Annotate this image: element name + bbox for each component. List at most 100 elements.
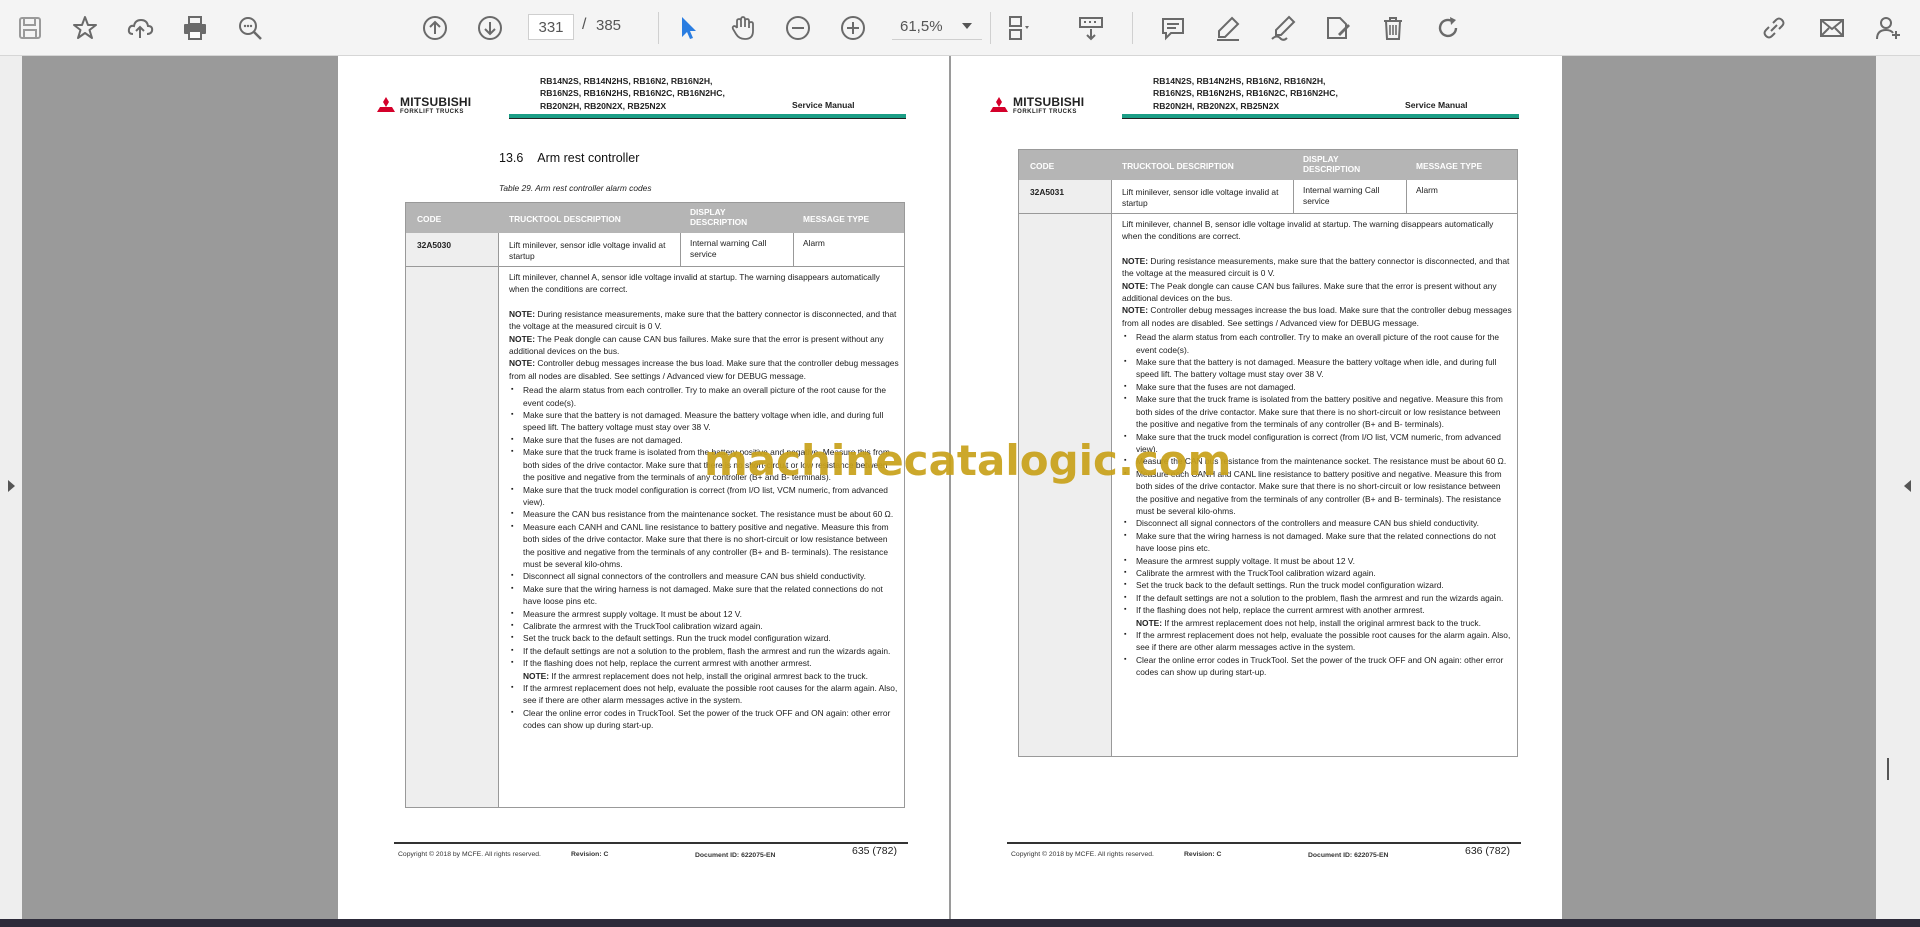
list-item: If the default settings are not a soluti… [511,645,899,658]
delete-trash-icon[interactable] [1377,12,1409,44]
scrollbar-thumb[interactable] [1887,758,1889,780]
model-list: RB14N2S, RB14N2HS, RB16N2, RB16N2H, RB16… [1153,75,1338,112]
column-header-code: CODE [417,214,442,224]
note-text: Controller debug messages increase the b… [1122,305,1512,328]
toolbar-divider [1132,12,1133,44]
right-panel-toggle[interactable] [1876,56,1920,919]
list-item: Clear the online error codes in TruckToo… [1124,654,1512,679]
list-item: If the flashing does not help, replace t… [511,657,899,682]
mitsubishi-logo: MITSUBISHI FORKLIFT TRUCKS [375,95,503,120]
display-description: Internal warning Call service [690,238,767,259]
note-text: The Peak dongle can cause CAN bus failur… [1122,280,1497,304]
keyboard-download-icon[interactable] [1075,12,1107,44]
model-line: RB20N2H, RB20N2X, RB25N2X [1153,100,1280,111]
add-user-icon[interactable] [1872,12,1904,44]
list-item: Make sure that the truck frame is isolat… [1124,393,1512,430]
brand-name: MITSUBISHI [400,95,472,109]
cell-divider [793,233,794,266]
list-item: If the default settings are not a soluti… [1124,592,1512,605]
revision-text: Revision: C [1184,851,1222,858]
stamp-icon[interactable] [1322,12,1354,44]
share-link-icon[interactable] [1758,12,1790,44]
zoom-in-icon[interactable] [837,12,869,44]
chevron-down-icon[interactable] [962,23,972,29]
email-icon[interactable] [1816,12,1848,44]
section-title: Arm rest controller [537,151,640,165]
zoom-search-icon[interactable] [234,12,266,44]
table-header: CODE TRUCKTOOL DESCRIPTION DISPLAY DESCR… [406,203,904,233]
document-id: Document ID: 622075-EN [1308,852,1389,859]
note-label: NOTE: [1122,255,1149,266]
list-item: Make sure that the fuses are not damaged… [1124,381,1512,394]
section-number: 13.6 [499,151,524,165]
table-header: CODE TRUCKTOOL DESCRIPTION DISPLAY DESCR… [1019,150,1517,180]
note-paragraph: NOTE: During resistance measurements, ma… [1122,255,1512,280]
comment-icon[interactable] [1157,12,1189,44]
print-icon[interactable] [179,12,211,44]
sign-pen-icon[interactable] [1267,12,1299,44]
list-item: Calibrate the armrest with the TruckTool… [511,620,899,633]
service-manual-label: Service Manual [1405,100,1468,110]
next-page-icon[interactable] [474,12,506,44]
message-type: Alarm [803,238,825,248]
alarm-table: CODE TRUCKTOOL DESCRIPTION DISPLAY DESCR… [405,202,905,808]
copyright-text: Copyright © 2018 by MCFE. All rights res… [398,851,541,858]
page-separator: / [582,16,587,33]
list-item: Disconnect all signal connectors of the … [511,570,899,583]
section-heading: 13.6 Arm rest controller [499,151,639,165]
list-item: Clear the online error codes in TruckToo… [511,707,899,732]
hand-tool-icon[interactable] [727,12,759,44]
note-paragraph: NOTE: The Peak dongle can cause CAN bus … [1122,280,1512,305]
page-layout-icon[interactable] [1004,12,1036,44]
zoom-out-icon[interactable] [782,12,814,44]
toolbar: 331 / 385 61,5% [0,0,1920,56]
note-text: Controller debug messages increase the b… [509,358,899,381]
pdf-page-left: MITSUBISHI FORKLIFT TRUCKS RB14N2S, RB14… [338,56,949,919]
left-panel-toggle[interactable] [0,56,22,919]
note-label: NOTE: [1122,280,1149,291]
bookmark-star-icon[interactable] [69,12,101,44]
header-rule [1122,114,1519,119]
taskbar-edge [0,919,1920,927]
alarm-code: 32A5031 [1030,187,1064,197]
list-item: Measure each CANH and CANL line resistan… [511,521,899,571]
intro-text: Lift minilever, channel B, sensor idle v… [1122,219,1494,242]
note-label: NOTE: [509,308,536,319]
cell-divider [1406,180,1407,213]
trucktool-description: Lift minilever, sensor idle voltage inva… [509,240,666,261]
intro-text: Lift minilever, channel A, sensor idle v… [509,272,880,295]
cloud-upload-icon[interactable] [124,12,156,44]
list-item: Set the truck back to the default settin… [511,632,899,645]
page-number: 636 (782) [1465,845,1510,857]
page-total: 385 [596,17,622,34]
column-header-message-type: MESSAGE TYPE [1416,161,1483,171]
column-header-trucktool: TRUCKTOOL DESCRIPTION [509,214,621,224]
save-icon[interactable] [14,12,46,44]
cell-divider [680,233,681,266]
list-item: Read the alarm status from each controll… [1124,331,1512,356]
alarm-details: Lift minilever, channel A, sensor idle v… [509,271,899,732]
previous-page-icon[interactable] [419,12,451,44]
copyright-text: Copyright © 2018 by MCFE. All rights res… [1011,851,1154,858]
list-item: Calibrate the armrest with the TruckTool… [1124,567,1512,580]
rotate-icon[interactable] [1432,12,1464,44]
list-item: Measure the armrest supply voltage. It m… [511,608,899,621]
model-line: RB14N2S, RB14N2HS, RB16N2, RB16N2H, [1153,76,1326,86]
page-number-input[interactable]: 331 [528,14,574,40]
highlight-pen-icon[interactable] [1212,12,1244,44]
page-number: 635 (782) [852,845,897,857]
table-caption: Table 29. Arm rest controller alarm code… [499,183,652,193]
column-header-code: CODE [1030,161,1055,171]
chevron-right-icon[interactable] [8,480,15,492]
chevron-left-icon[interactable] [1904,480,1911,492]
note-paragraph: NOTE: Controller debug messages increase… [1122,304,1512,329]
troubleshooting-list: Read the alarm status from each controll… [1122,331,1512,678]
list-item: Set the truck back to the default settin… [1124,579,1512,592]
footer-rule [394,842,908,844]
model-list: RB14N2S, RB14N2HS, RB16N2, RB16N2H, RB16… [540,75,725,112]
model-line: RB16N2S, RB16N2HS, RB16N2C, RB16N2HC, [540,88,725,99]
select-cursor-icon[interactable] [672,12,704,44]
list-item: Make sure that the wiring harness is not… [1124,530,1512,555]
alarm-code: 32A5030 [417,240,451,250]
note-paragraph: NOTE: The Peak dongle can cause CAN bus … [509,333,899,358]
